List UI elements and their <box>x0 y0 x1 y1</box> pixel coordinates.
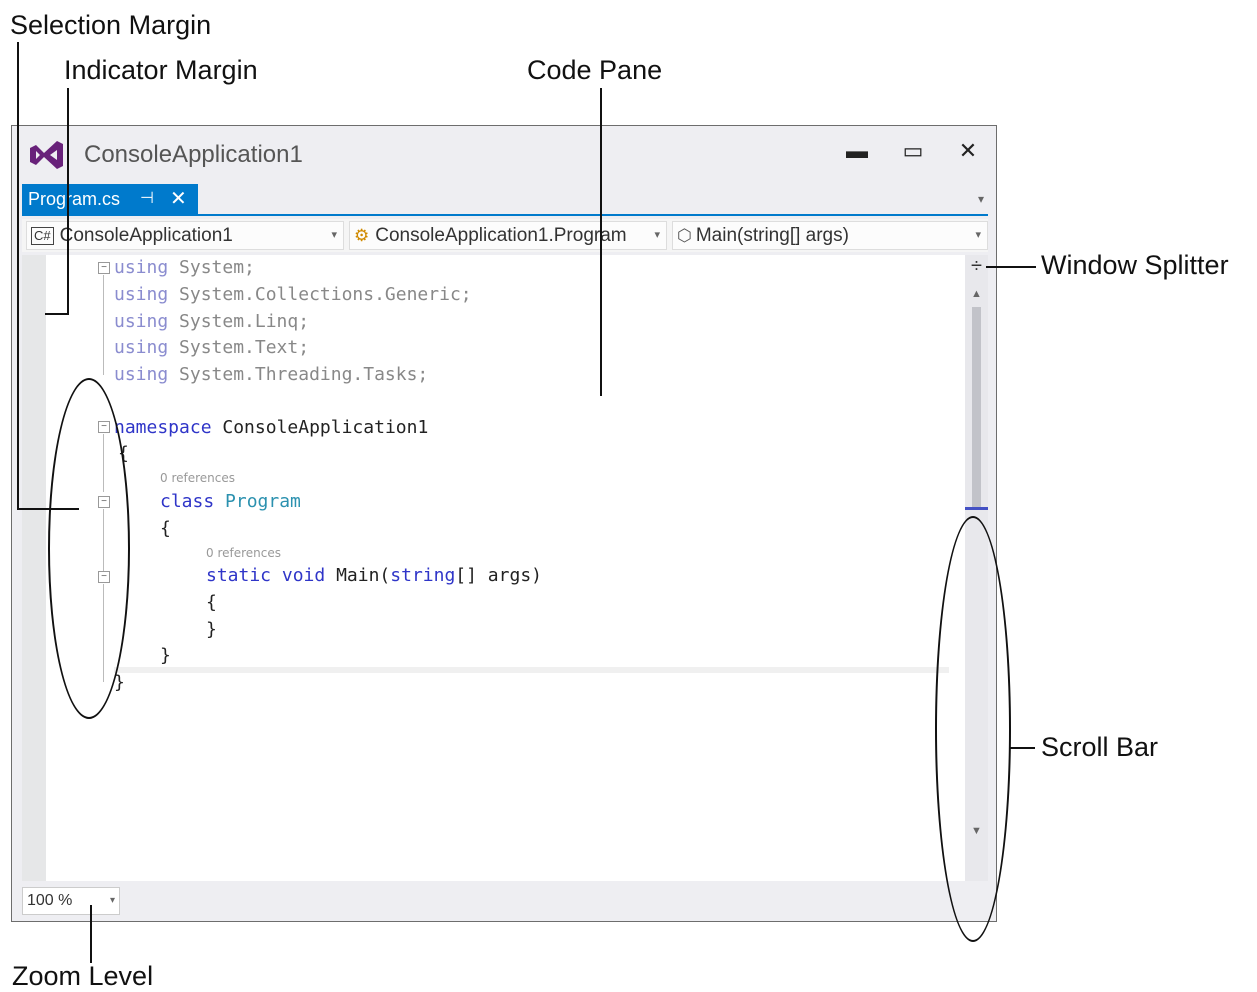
callout-code-pane: Code Pane <box>527 55 663 85</box>
current-line-highlight <box>114 667 949 673</box>
code-editor[interactable]: − − − − using System; using System.Colle… <box>22 255 965 881</box>
callout-window-splitter: Window Splitter <box>1041 250 1229 280</box>
code-line: } <box>160 645 171 666</box>
callout-indicator-margin: Indicator Margin <box>64 55 258 85</box>
chevron-down-icon: ▾ <box>331 229 337 241</box>
chevron-down-icon: ▾ <box>109 895 115 906</box>
class-dropdown[interactable]: ⚙ ConsoleApplication1.Program ▾ <box>349 221 667 250</box>
caret-position-marker <box>965 507 988 510</box>
project-dropdown[interactable]: C# ConsoleApplication1 ▾ <box>26 221 344 250</box>
class-icon: ⚙ <box>354 226 370 245</box>
zoom-level-leader-line <box>90 905 92 963</box>
code-line: using System.Text; <box>114 337 310 358</box>
window-splitter-leader-line <box>986 266 1036 268</box>
selection-margin-leader-line <box>17 42 19 510</box>
scroll-bar-leader-line <box>1010 747 1035 749</box>
callout-selection-margin: Selection Margin <box>10 10 212 40</box>
visual-studio-logo-icon <box>30 141 63 169</box>
window-splitter-icon[interactable]: ÷ <box>965 255 988 277</box>
code-line: } <box>206 619 217 640</box>
scroll-up-icon[interactable]: ▲ <box>971 288 982 300</box>
code-line: using System.Threading.Tasks; <box>114 364 429 385</box>
class-dropdown-label: ConsoleApplication1.Program <box>375 225 627 246</box>
selection-margin-highlight-ellipse <box>48 378 130 719</box>
code-line: static void Main(string[] args) <box>206 565 542 586</box>
code-pane[interactable]: using System; using System.Collections.G… <box>114 255 954 881</box>
scroll-thumb[interactable] <box>972 307 981 507</box>
callout-scroll-bar: Scroll Bar <box>1041 732 1159 762</box>
ide-window: ConsoleApplication1 ▬ ▭ ✕ Program.cs ⊣ ✕… <box>11 125 997 922</box>
scroll-bar-highlight-ellipse <box>935 516 1011 942</box>
code-line: class Program <box>160 491 301 512</box>
project-dropdown-label: ConsoleApplication1 <box>59 225 233 246</box>
title-bar: ConsoleApplication1 ▬ ▭ ✕ <box>12 126 996 180</box>
close-tab-icon[interactable]: ✕ <box>170 184 187 214</box>
code-line: using System.Collections.Generic; <box>114 284 472 305</box>
chevron-down-icon: ▾ <box>654 229 660 241</box>
code-pane-leader-line <box>600 88 602 396</box>
code-line: using System; <box>114 257 255 278</box>
callout-zoom-level: Zoom Level <box>12 961 154 991</box>
method-icon: ⬡ <box>677 226 692 245</box>
document-tab-strip: Program.cs ⊣ ✕ ▾ <box>22 184 988 216</box>
tab-label: Program.cs <box>28 189 121 209</box>
selection-margin[interactable] <box>22 255 46 881</box>
code-line: namespace ConsoleApplication1 <box>114 417 429 438</box>
indicator-margin-leader-line <box>67 88 69 314</box>
minimize-button[interactable]: ▬ <box>842 136 872 166</box>
close-window-button[interactable]: ✕ <box>953 136 983 166</box>
code-lens-references[interactable]: 0 references <box>160 465 235 491</box>
tab-overflow-icon[interactable]: ▾ <box>978 192 984 206</box>
editor-status-bar: 100 % ▾ <box>22 885 988 917</box>
navigation-bar: C# ConsoleApplication1 ▾ ⚙ ConsoleApplicat… <box>22 219 988 252</box>
window-title: ConsoleApplication1 <box>84 141 303 168</box>
tab-program-cs[interactable]: Program.cs ⊣ ✕ <box>22 184 198 214</box>
chevron-down-icon: ▾ <box>975 229 981 241</box>
member-dropdown[interactable]: ⬡ Main(string[] args) ▾ <box>672 221 988 250</box>
code-line: using System.Linq; <box>114 311 310 332</box>
code-line: { <box>206 592 217 613</box>
csharp-project-icon: C# <box>31 226 54 245</box>
pin-icon[interactable]: ⊣ <box>140 184 154 214</box>
code-line: { <box>160 518 171 539</box>
maximize-button[interactable]: ▭ <box>898 136 928 166</box>
member-dropdown-label: Main(string[] args) <box>695 225 849 246</box>
outline-line <box>103 275 104 375</box>
zoom-value: 100 % <box>27 892 73 909</box>
collapse-icon[interactable]: − <box>98 262 110 274</box>
indicator-margin-leader-line <box>45 313 69 315</box>
zoom-level-dropdown[interactable]: 100 % ▾ <box>22 887 120 915</box>
